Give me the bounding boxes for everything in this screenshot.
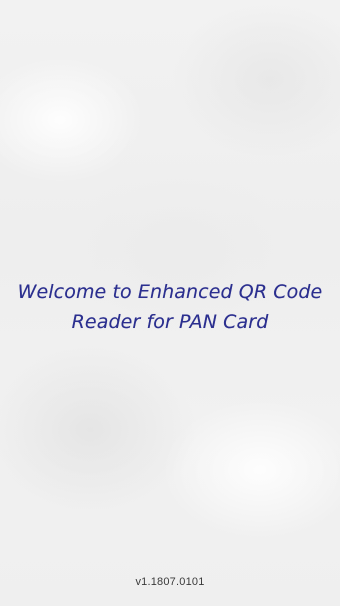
version-label: v1.1807.0101: [135, 576, 205, 588]
welcome-line-2: Reader for PAN Card: [71, 311, 269, 333]
splash-screen: Welcome to Enhanced QR Code Reader for P…: [0, 0, 340, 606]
welcome-line-1: Welcome to Enhanced QR Code: [17, 281, 323, 303]
welcome-message: Welcome to Enhanced QR Code Reader for P…: [12, 277, 328, 337]
